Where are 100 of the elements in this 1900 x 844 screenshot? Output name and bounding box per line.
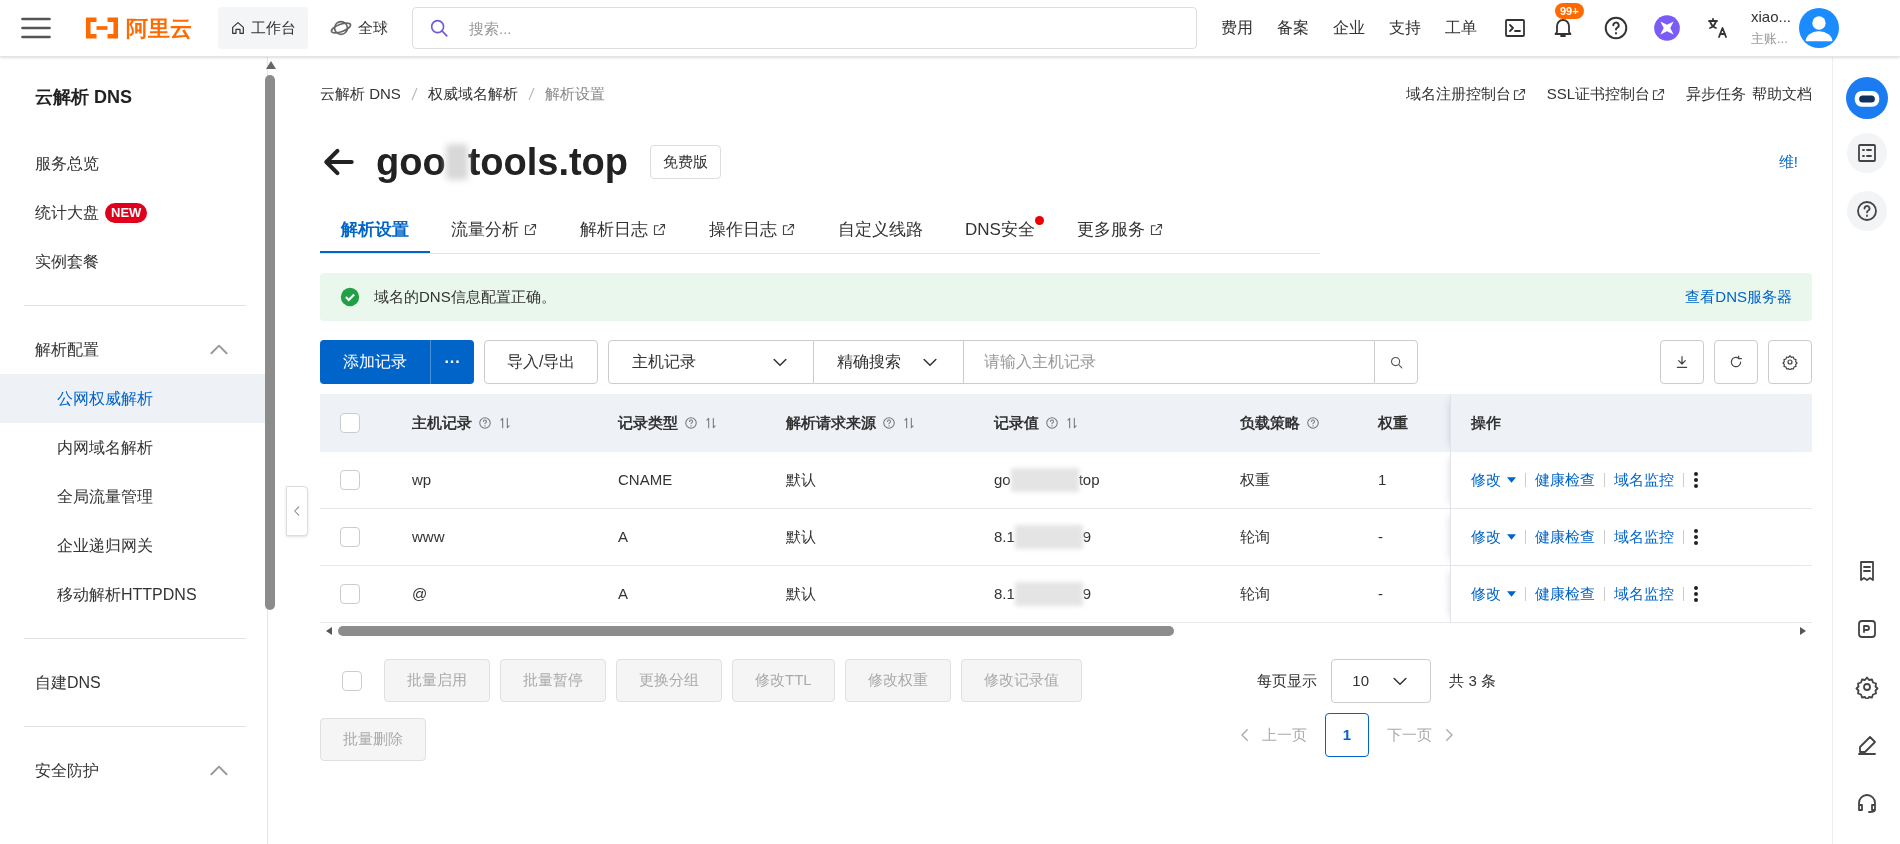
scroll-up-icon[interactable] (266, 61, 276, 69)
row-checkbox[interactable] (340, 527, 360, 547)
sparkle-icon[interactable] (1653, 14, 1681, 42)
table-cell-text: go (994, 469, 1011, 490)
sort-icon (704, 416, 718, 430)
help-icon[interactable] (1603, 15, 1629, 41)
scroll-left-icon[interactable] (326, 627, 332, 635)
download-icon (1674, 354, 1690, 370)
help-icon (478, 416, 492, 430)
import-export-button[interactable]: 导入/导出 (484, 340, 599, 384)
translate-icon[interactable] (1705, 16, 1729, 40)
sidebar-section-header[interactable]: 安全防护 (0, 746, 268, 795)
select-all-checkbox[interactable] (342, 670, 362, 691)
tab[interactable]: 操作日志 (688, 208, 817, 253)
tab[interactable]: 更多服务 (1055, 208, 1185, 253)
help-icon (684, 416, 698, 430)
nav-link[interactable]: 费用 (1221, 16, 1253, 40)
settings-icon (1854, 675, 1879, 699)
add-record-button[interactable]: 添加记录 (320, 340, 430, 384)
nav-link[interactable]: 备案 (1277, 16, 1309, 40)
notification-badge: 99+ (1555, 3, 1584, 19)
page-button[interactable]: 1 (1325, 713, 1369, 757)
more-vertical-icon[interactable] (1693, 471, 1699, 489)
external-link-icon (1148, 222, 1164, 237)
total-count: 共 3 条 (1449, 670, 1496, 691)
header-link[interactable]: 异步任务 (1686, 82, 1746, 106)
user-name: xiao... (1751, 7, 1792, 27)
sidebar-item[interactable]: 自建DNS (0, 658, 266, 707)
workbench-button[interactable]: 工作台 (218, 7, 308, 49)
help-icon (882, 416, 896, 430)
checklist-button[interactable] (1846, 133, 1887, 173)
more-vertical-icon[interactable] (1693, 585, 1699, 603)
sidebar-item[interactable]: 实例套餐 (0, 237, 266, 286)
header-link[interactable]: 帮助文档 (1752, 82, 1812, 106)
tab[interactable]: DNS安全 (944, 208, 1056, 253)
sidebar-item[interactable]: 移动解析HTTPDNS (0, 570, 266, 619)
header-link[interactable]: 域名注册控制台 (1405, 82, 1527, 106)
match-select[interactable]: 精确搜索 (814, 340, 965, 384)
column-header: 主机记录 (412, 411, 618, 435)
external-link-icon (1651, 86, 1666, 102)
search-icon (428, 17, 450, 39)
action-link[interactable]: 健康检查 (1535, 525, 1595, 549)
scroll-right-icon[interactable] (1800, 627, 1806, 635)
sidebar-item[interactable]: 统计大盘 NEW (0, 188, 266, 237)
tab[interactable]: 解析日志 (559, 208, 688, 253)
select-all-checkbox[interactable] (340, 413, 360, 433)
sidebar-item[interactable]: 企业递归网关 (0, 521, 266, 570)
breadcrumb-separator-icon (527, 87, 535, 101)
side-link[interactable]: 维! (1778, 150, 1798, 174)
action-link[interactable]: 域名监控 (1614, 468, 1674, 492)
edit-dropdown-link[interactable]: 修改 (1471, 468, 1516, 492)
sidebar-item[interactable]: 公网权威解析 (0, 374, 266, 423)
sidebar-item[interactable]: 内网域名解析 (0, 423, 266, 472)
more-actions-button[interactable]: ··· (430, 340, 474, 384)
sidebar-section-header[interactable]: 解析配置 (0, 325, 268, 374)
action-link[interactable]: 域名监控 (1614, 525, 1674, 549)
check-circle-icon (340, 287, 360, 307)
horizontal-scrollbar-thumb[interactable] (338, 626, 1174, 636)
tab[interactable]: 自定义线路 (817, 208, 944, 253)
sidebar-item[interactable]: 全局流量管理 (0, 472, 266, 521)
nav-link[interactable]: 支持 (1389, 16, 1421, 40)
settings-icon (1782, 354, 1798, 370)
help-button[interactable] (1846, 191, 1887, 231)
edit-dropdown-link[interactable]: 修改 (1471, 582, 1516, 606)
field-select[interactable]: 主机记录 (608, 340, 815, 384)
edit-dropdown-link[interactable]: 修改 (1471, 525, 1516, 549)
scrollbar-thumb[interactable] (265, 75, 275, 610)
action-link[interactable]: 健康检查 (1535, 582, 1595, 606)
table-cell: 默认 (786, 470, 816, 488)
robot-icon[interactable] (1845, 77, 1888, 119)
nav-link[interactable]: 企业 (1333, 16, 1365, 40)
avatar-icon[interactable] (1799, 8, 1840, 48)
column-header: 权重 (1378, 412, 1409, 433)
header-link[interactable]: SSL证书控制台 (1546, 82, 1666, 106)
nav-link[interactable]: 工单 (1445, 16, 1477, 40)
table-cell: 权重 (1240, 470, 1270, 488)
breadcrumb-link[interactable]: 云解析 DNS (320, 82, 401, 106)
home-icon (230, 20, 246, 36)
row-checkbox[interactable] (340, 584, 360, 604)
action-link[interactable]: 健康检查 (1535, 468, 1595, 492)
terminal-icon[interactable] (1503, 16, 1527, 40)
column-header: 负载策略 (1240, 411, 1378, 435)
tab[interactable]: 流量分析 (430, 208, 559, 253)
alert-link[interactable]: 查看DNS服务器 (1685, 285, 1792, 309)
row-checkbox[interactable] (340, 470, 360, 490)
action-link[interactable]: 域名监控 (1614, 582, 1674, 606)
table-cell: 默认 (786, 584, 816, 602)
search-field[interactable]: 搜索... (412, 7, 1197, 49)
more-vertical-icon[interactable] (1693, 528, 1699, 546)
tab[interactable]: 解析设置 (320, 208, 430, 253)
table-cell: @ (412, 584, 428, 602)
sidebar-title: 云解析 DNS (34, 86, 133, 109)
breadcrumb-link[interactable]: 权威域名解析 (427, 82, 518, 106)
region-button[interactable]: 全球 (318, 7, 400, 49)
search-field[interactable]: 请输入主机记录 (964, 340, 1375, 384)
sidebar-item[interactable]: 服务总览 (0, 139, 266, 188)
account-type: 主账... (1751, 30, 1789, 48)
page-size-select[interactable]: 10 (1331, 659, 1432, 703)
breadcrumb-link[interactable]: 解析设置 (544, 82, 605, 106)
settings-button[interactable] (1768, 340, 1812, 384)
